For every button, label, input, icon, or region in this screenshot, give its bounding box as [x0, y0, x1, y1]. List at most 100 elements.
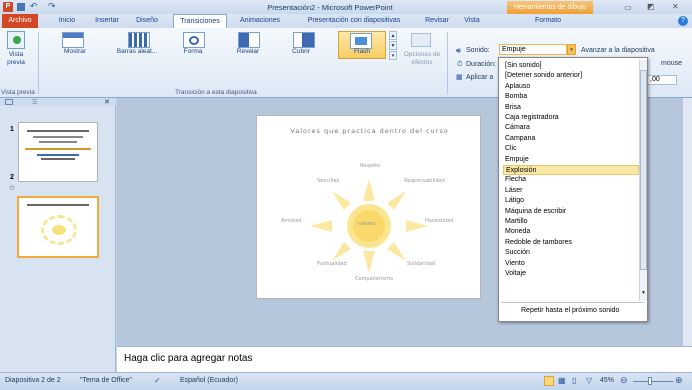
transition-barras[interactable]: Barras aleat... [112, 48, 162, 56]
sound-option[interactable]: Bomba [503, 92, 639, 102]
notes-placeholder: Haga clic para agregar notas [124, 353, 253, 364]
transition-flash-label: Flash [354, 48, 370, 55]
sound-option[interactable]: Máquina de escribir [503, 207, 639, 217]
sound-option[interactable]: Láser [503, 186, 639, 196]
dropdown-scroll-down[interactable]: ▼ [640, 289, 647, 298]
zoom-slider-thumb[interactable] [648, 377, 652, 385]
gallery-more[interactable]: ▾ [389, 51, 397, 60]
transition-revelar-label: Revelar [236, 48, 260, 55]
cubrir-icon [293, 32, 315, 48]
revelar-icon [238, 32, 260, 48]
redo-icon[interactable]: ↷ [48, 1, 56, 12]
close-icon[interactable]: ✕ [672, 2, 679, 11]
transition-revelar[interactable]: Revelar [233, 48, 263, 56]
theme-name[interactable]: "Tema de Office" [80, 377, 132, 384]
sound-dropdown-arrow[interactable]: ▾ [567, 44, 576, 55]
notes-pane[interactable]: Haga clic para agregar notas [117, 346, 692, 372]
transition-mostrar-label: Mostrar [63, 48, 87, 55]
thumb-number: 2 [10, 174, 14, 181]
sound-option[interactable]: [Sin sonido] [503, 61, 639, 71]
dropdown-scrollbar[interactable]: ▼ [639, 60, 647, 301]
slideshow-view-icon[interactable]: ▽ [586, 376, 592, 385]
mostrar-icon [62, 32, 84, 48]
slides-tab-icon[interactable] [5, 99, 13, 105]
sound-option[interactable]: Voltaje [503, 269, 639, 279]
time-spinner[interactable]: ,00 [647, 75, 677, 85]
sound-option[interactable]: Redoble de tambores [503, 238, 639, 248]
normal-view-icon[interactable] [544, 376, 554, 386]
minimize-icon[interactable]: ▭ [624, 3, 632, 12]
thumbnail-pane: 1 2 ✩ [0, 106, 116, 374]
tab-formato[interactable]: Formato [525, 14, 571, 28]
sun-ray-label: Respeto [360, 163, 381, 169]
forma-icon [183, 32, 205, 48]
sound-option[interactable]: Moneda [503, 227, 639, 237]
tab-transiciones[interactable]: Transiciones [173, 14, 227, 28]
slide-canvas[interactable]: Valores que practica dentro del curso va… [256, 115, 481, 299]
sound-option[interactable]: Succión [503, 248, 639, 258]
slide-thumbnail-2[interactable] [17, 196, 99, 258]
sun-ray-label: Solidaridad [407, 261, 436, 267]
zoom-slider[interactable] [633, 381, 673, 382]
sound-option[interactable]: Látigo [503, 196, 639, 206]
on-mouse-label[interactable]: mouse [661, 60, 682, 67]
sorter-view-icon[interactable]: ▦ [558, 376, 566, 385]
sound-option-highlighted[interactable]: Explosión [503, 165, 639, 176]
vertical-scrollbar[interactable] [682, 98, 692, 346]
tab-insertar[interactable]: Insertar [85, 14, 129, 28]
sound-option[interactable]: Clic [503, 144, 639, 154]
sound-option[interactable]: [Detener sonido anterior] [503, 71, 639, 81]
transition-cubrir[interactable]: Cubrir [286, 48, 316, 56]
zoom-level[interactable]: 45% [600, 377, 614, 384]
sound-option[interactable]: Flecha [503, 175, 639, 185]
sun-ray-label: Sencillez [317, 178, 340, 184]
thumb-number: 1 [10, 126, 14, 133]
group-divider [38, 32, 39, 94]
undo-icon[interactable]: ↶ [30, 1, 38, 12]
sun-ray-label: Honestidad [425, 218, 454, 224]
status-bar: Diapositiva 2 de 2 "Tema de Office" ✓ Es… [0, 372, 692, 390]
sound-option[interactable]: Campana [503, 134, 639, 144]
sound-option[interactable]: Aplauso [503, 82, 639, 92]
advance-slide-label: Avanzar a la diapositiva [581, 47, 655, 54]
sound-option[interactable]: Brisa [503, 103, 639, 113]
dropdown-scroll-thumb[interactable] [640, 70, 647, 270]
sound-option[interactable]: Cámara [503, 123, 639, 133]
zoom-out-icon[interactable]: ⊖ [620, 375, 628, 386]
slide-thumbnail-1[interactable] [18, 122, 98, 182]
duration-label: Duración: [466, 61, 496, 68]
maximize-icon[interactable]: ◩ [647, 2, 655, 11]
sound-option[interactable]: Caja registradora [503, 113, 639, 123]
tab-presentacion[interactable]: Presentación con diapositivas [292, 14, 416, 28]
sound-option[interactable]: Martillo [503, 217, 639, 227]
effect-options-button[interactable]: Opciones de efectos [402, 51, 442, 67]
sound-option[interactable]: Viento [503, 259, 639, 269]
tab-revisar[interactable]: Revisar [418, 14, 456, 28]
tab-animaciones[interactable]: Animaciones [231, 14, 289, 28]
sound-select[interactable]: Empuje [499, 44, 567, 55]
tab-diseno[interactable]: Diseño [127, 14, 167, 28]
sound-label: Sonido: [466, 47, 490, 54]
preview-button[interactable]: Vista previa [2, 31, 30, 67]
gallery-scroll-up[interactable]: ▲ [389, 31, 397, 40]
language[interactable]: Español (Ecuador) [180, 377, 238, 384]
sound-icon: 🔊︎ [456, 46, 462, 55]
zoom-in-icon[interactable]: ⊕ [675, 375, 683, 386]
gallery-scroll-down[interactable]: ▼ [389, 41, 397, 50]
apply-all-button[interactable]: Aplicar a [466, 74, 493, 81]
barras-icon [128, 32, 150, 48]
tab-vista[interactable]: Vista [455, 14, 489, 28]
sound-option[interactable]: Empuje [503, 155, 639, 165]
save-icon[interactable] [17, 3, 25, 11]
transition-mostrar[interactable]: Mostrar [60, 48, 90, 56]
transition-forma[interactable]: Forma [178, 48, 208, 56]
close-pane-icon[interactable]: ✕ [104, 98, 110, 106]
tab-archivo[interactable]: Archivo [2, 14, 38, 28]
outline-tab-icon[interactable]: ☰ [32, 99, 37, 106]
reading-view-icon[interactable]: ▯ [572, 376, 576, 385]
help-icon[interactable]: ? [678, 16, 688, 26]
sun-ray-label: Responsabilidad [404, 178, 445, 184]
tab-inicio[interactable]: Inicio [47, 14, 87, 28]
spell-check-icon[interactable]: ✓ [154, 376, 161, 385]
loop-sound-option[interactable]: Repetir hasta el próximo sonido [521, 307, 619, 314]
